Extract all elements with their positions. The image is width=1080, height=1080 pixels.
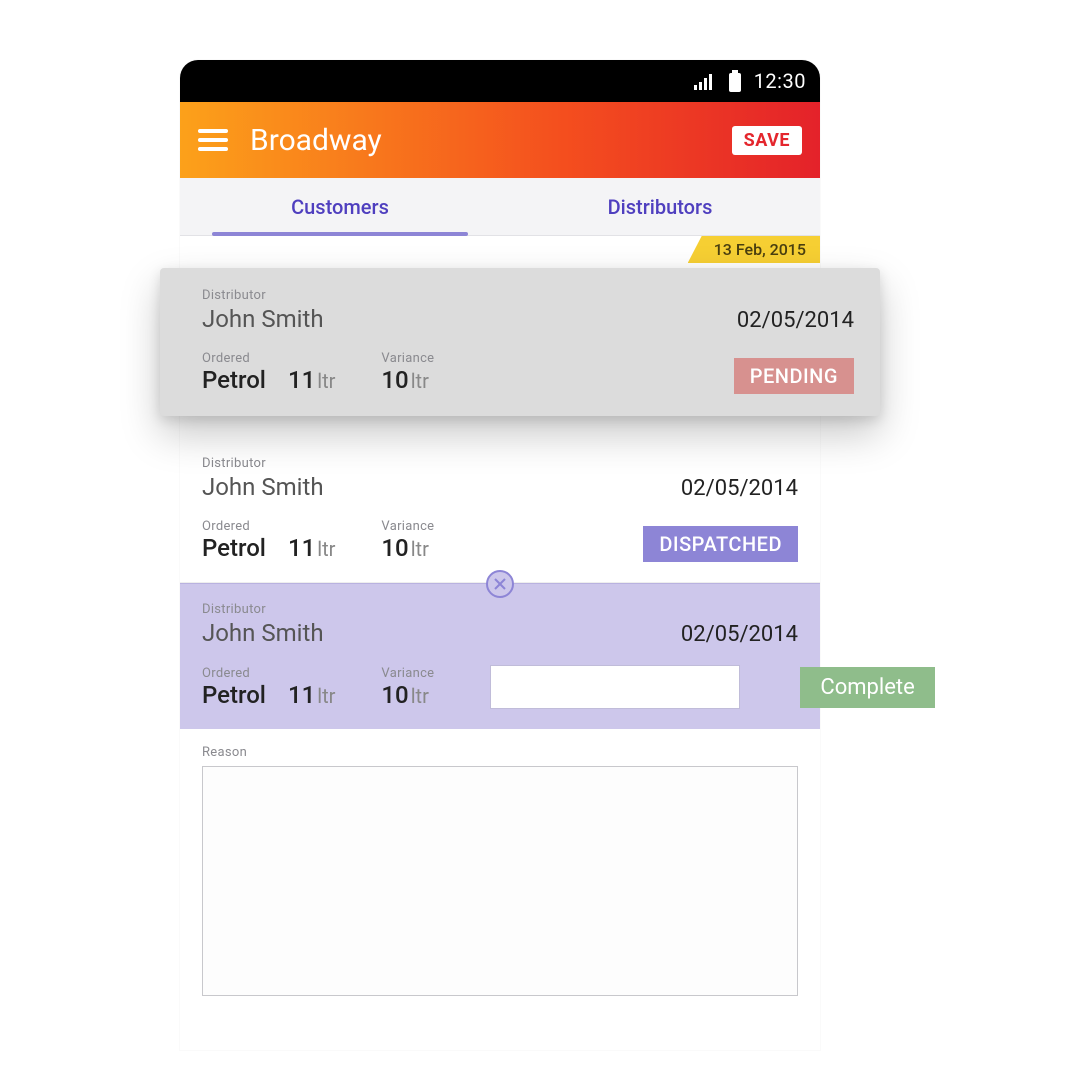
ordered-label: Ordered — [202, 519, 335, 534]
variance-label: Variance — [381, 666, 434, 681]
ordered-product: Petrol — [202, 681, 266, 709]
ordered-label: Ordered — [202, 666, 335, 681]
app-title: Broadway — [250, 123, 710, 158]
tab-bar: Customers Distributors — [180, 178, 820, 236]
ordered-qty: 11 — [288, 366, 315, 394]
order-date: 02/05/2014 — [681, 476, 798, 501]
device-frame: 12:30 Broadway SAVE Customers Distributo… — [180, 60, 820, 1050]
variance-unit: ltr — [411, 537, 429, 561]
status-bar: 12:30 — [180, 60, 820, 102]
variance-qty: 10 — [381, 534, 408, 562]
menu-icon[interactable] — [198, 129, 228, 151]
variance-label: Variance — [381, 351, 434, 366]
status-time: 12:30 — [754, 69, 806, 93]
battery-icon — [728, 70, 742, 92]
status-badge: PENDING — [734, 358, 854, 394]
order-list: Distributor John Smith 02/05/2014 Ordere… — [180, 268, 820, 1020]
close-icon[interactable] — [486, 570, 514, 598]
variance-label: Variance — [381, 519, 434, 534]
ordered-unit: ltr — [317, 369, 335, 393]
date-ribbon: 13 Feb, 2015 — [688, 236, 820, 263]
reason-label: Reason — [202, 745, 798, 760]
complete-button[interactable]: Complete — [800, 667, 934, 708]
distributor-label: Distributor — [202, 288, 324, 303]
distributor-name: John Smith — [202, 473, 324, 501]
app-bar: Broadway SAVE — [180, 102, 820, 178]
distributor-label: Distributor — [202, 456, 324, 471]
order-card[interactable]: Distributor John Smith 02/05/2014 Ordere… — [180, 438, 820, 583]
ordered-qty: 11 — [288, 534, 315, 562]
variance-unit: ltr — [411, 684, 429, 708]
ordered-product: Petrol — [202, 534, 266, 562]
distributor-name: John Smith — [202, 305, 324, 333]
status-badge: DISPATCHED — [643, 526, 798, 562]
order-card-editing: Distributor John Smith 02/05/2014 Ordere… — [180, 583, 820, 729]
order-date: 02/05/2014 — [737, 308, 854, 333]
reason-textarea[interactable] — [202, 766, 798, 996]
tab-distributors[interactable]: Distributors — [500, 178, 820, 235]
distributor-name: John Smith — [202, 619, 324, 647]
ordered-product: Petrol — [202, 366, 266, 394]
save-button[interactable]: SAVE — [732, 126, 802, 155]
reason-section: Reason — [180, 729, 820, 1020]
quantity-input[interactable] — [490, 665, 740, 709]
ordered-unit: ltr — [317, 537, 335, 561]
date-ribbon-row: 13 Feb, 2015 — [180, 236, 820, 268]
order-card[interactable]: Distributor John Smith 02/05/2014 Ordere… — [160, 268, 880, 416]
order-date: 02/05/2014 — [681, 622, 798, 647]
ordered-label: Ordered — [202, 351, 335, 366]
variance-unit: ltr — [411, 369, 429, 393]
signal-icon — [694, 72, 716, 90]
variance-qty: 10 — [381, 681, 408, 709]
variance-qty: 10 — [381, 366, 408, 394]
order-card-raised-anchor: Distributor John Smith 02/05/2014 Ordere… — [180, 268, 820, 438]
tab-customers[interactable]: Customers — [180, 178, 500, 235]
ordered-unit: ltr — [317, 684, 335, 708]
ordered-qty: 11 — [288, 681, 315, 709]
distributor-label: Distributor — [202, 602, 324, 617]
